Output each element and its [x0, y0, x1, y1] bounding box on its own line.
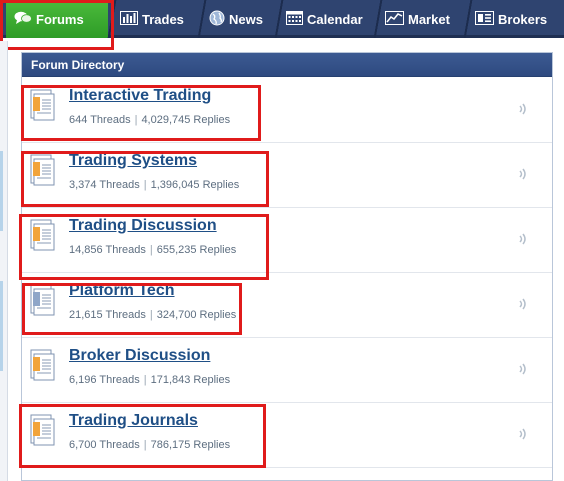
tab-label: Calendar [307, 11, 363, 27]
tab-brokers[interactable]: Brokers [467, 0, 564, 38]
forum-row: Broker Discussion 6,196 Threads | 171,843 … [22, 338, 552, 403]
stats-separator: | [149, 244, 153, 256]
forum-title-link[interactable]: Interactive Trading [69, 87, 211, 105]
reply-count: 655,235 Replies [156, 244, 237, 256]
tab-label: Market [408, 11, 450, 27]
reply-count: 324,700 Replies [156, 309, 237, 321]
thread-count: 6,700 Threads [69, 439, 140, 451]
reply-count: 171,843 Replies [150, 374, 231, 386]
tab-calendar[interactable]: Calendar [278, 0, 376, 38]
forum-stats: 6,196 Threads | 171,843 Replies [69, 374, 230, 386]
rss-icon[interactable] [518, 232, 528, 246]
rss-icon[interactable] [518, 427, 528, 441]
stats-separator: | [143, 439, 147, 451]
forum-doc-icon [30, 218, 60, 252]
thread-count: 6,196 Threads [69, 374, 140, 386]
rss-icon[interactable] [518, 102, 528, 116]
forum-row: Trading Journals 6,700 Threads | 786,175 R… [22, 403, 552, 468]
forum-doc-icon [30, 348, 60, 382]
stats-separator: | [143, 179, 147, 191]
forum-doc-icon [30, 88, 60, 122]
stats-separator: | [149, 309, 153, 321]
rss-icon[interactable] [518, 362, 528, 376]
reply-count: 4,029,745 Replies [141, 114, 231, 126]
forum-doc-blue-icon [30, 283, 60, 317]
brokers-icon [475, 10, 494, 28]
thread-count: 14,856 Threads [69, 244, 146, 256]
market-chart-icon [385, 10, 404, 28]
forum-row: Interactive Trading 644 Threads | 4,029,74… [22, 78, 552, 143]
reply-count: 1,396,045 Replies [150, 179, 240, 191]
bar-chart-icon [120, 10, 138, 28]
tab-label: News [229, 11, 263, 27]
forum-stats: 14,856 Threads | 655,235 Replies [69, 244, 236, 256]
forum-row: Trading Systems 3,374 Threads | 1,396,045 … [22, 143, 552, 208]
sidebar-edge [0, 41, 8, 481]
forum-title-link[interactable]: Trading Journals [69, 412, 198, 430]
forum-row: Platform Tech 21,615 Threads | 324,700 Rep… [22, 273, 552, 338]
forum-directory-panel: Forum Directory Interactive Trading 644 … [21, 52, 553, 481]
forum-title-link[interactable]: Trading Systems [69, 152, 197, 170]
forum-row: Trading Discussion 14,856 Threads | 655,23… [22, 208, 552, 273]
forum-title-link[interactable]: Broker Discussion [69, 347, 210, 365]
rss-icon[interactable] [518, 297, 528, 311]
forum-stats: 3,374 Threads | 1,396,045 Replies [69, 179, 239, 191]
forum-stats: 21,615 Threads | 324,700 Replies [69, 309, 236, 321]
forums-tab-highlight [0, 0, 114, 50]
tab-news[interactable]: News [201, 0, 277, 38]
stats-separator: | [143, 374, 147, 386]
forum-title-link[interactable]: Platform Tech [69, 282, 175, 300]
tab-market[interactable]: Market [377, 0, 465, 38]
stats-separator: | [134, 114, 138, 126]
tab-label: Brokers [498, 11, 548, 27]
globe-icon [209, 10, 225, 29]
rss-icon[interactable] [518, 167, 528, 181]
tab-label: Trades [142, 11, 184, 27]
forum-doc-icon [30, 153, 60, 187]
thread-count: 21,615 Threads [69, 309, 146, 321]
forum-stats: 6,700 Threads | 786,175 Replies [69, 439, 230, 451]
calendar-icon [286, 10, 303, 28]
forum-stats: 644 Threads | 4,029,745 Replies [69, 114, 230, 126]
panel-title: Forum Directory [22, 53, 552, 77]
forum-title-link[interactable]: Trading Discussion [69, 217, 217, 235]
thread-count: 644 Threads [69, 114, 131, 126]
tab-trades[interactable]: Trades [112, 0, 200, 38]
forum-doc-icon [30, 413, 60, 447]
reply-count: 786,175 Replies [150, 439, 231, 451]
thread-count: 3,374 Threads [69, 179, 140, 191]
